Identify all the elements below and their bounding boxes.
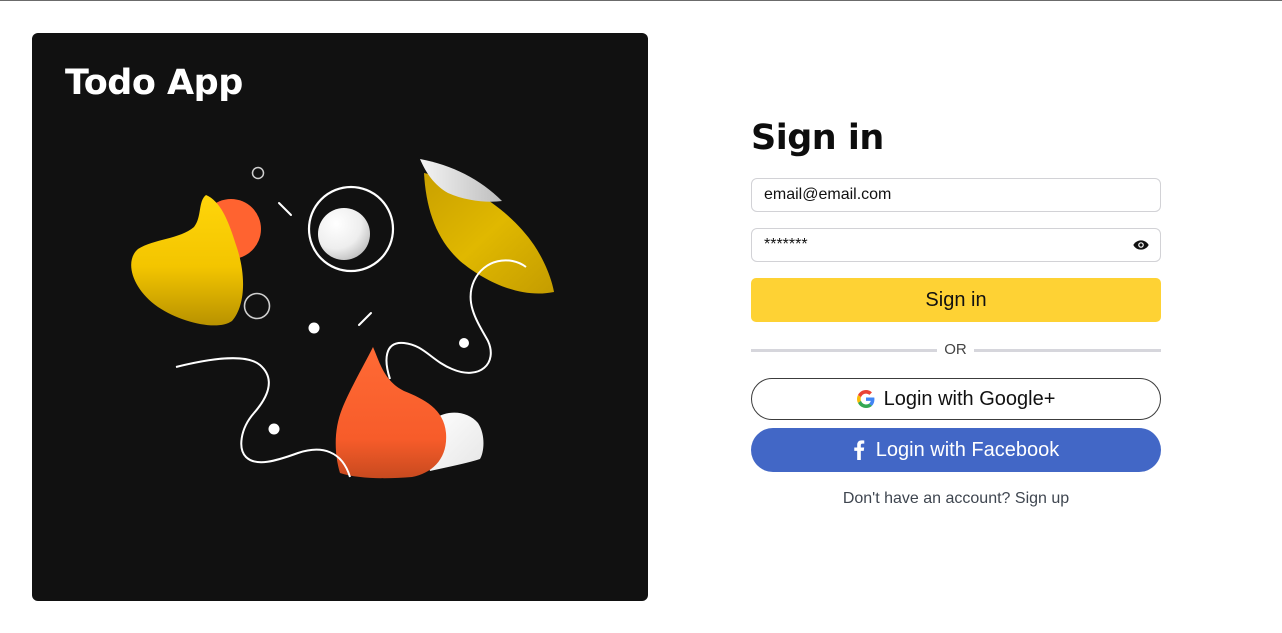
divider-line (751, 349, 937, 352)
divider-line (974, 349, 1161, 352)
facebook-login-button[interactable]: Login with Facebook (751, 428, 1161, 472)
dot-shape (459, 338, 469, 348)
hero-panel: Todo App (32, 33, 648, 601)
facebook-icon (854, 440, 865, 460)
or-text: OR (944, 341, 967, 358)
abstract-illustration (131, 159, 554, 479)
small-ring-shape (251, 166, 265, 180)
email-input[interactable] (764, 179, 1124, 211)
page-title: Sign in (751, 118, 884, 158)
google-login-button[interactable]: Login with Google+ (751, 378, 1161, 420)
google-icon (856, 390, 875, 408)
curve-line-shape (175, 357, 351, 478)
dash-shape (358, 312, 372, 326)
password-field[interactable] (751, 228, 1161, 262)
sign-in-button[interactable]: Sign in (751, 278, 1161, 322)
sign-up-link[interactable]: Don't have an account? Sign up (751, 490, 1161, 508)
or-divider: OR (751, 340, 1161, 360)
top-border (0, 0, 1282, 1)
facebook-login-label: Login with Facebook (875, 438, 1060, 461)
dot-shape (268, 423, 280, 435)
ring-shape (243, 292, 271, 320)
app-title: Todo App (65, 63, 243, 103)
dot-shape (308, 322, 320, 334)
white-ball-shape (318, 208, 370, 260)
google-login-label: Login with Google+ (883, 387, 1056, 410)
email-field[interactable] (751, 178, 1161, 212)
dash-shape (278, 202, 292, 216)
password-input[interactable] (764, 229, 1124, 261)
eye-icon[interactable] (1133, 238, 1149, 252)
orange-drop-shape (335, 347, 447, 479)
